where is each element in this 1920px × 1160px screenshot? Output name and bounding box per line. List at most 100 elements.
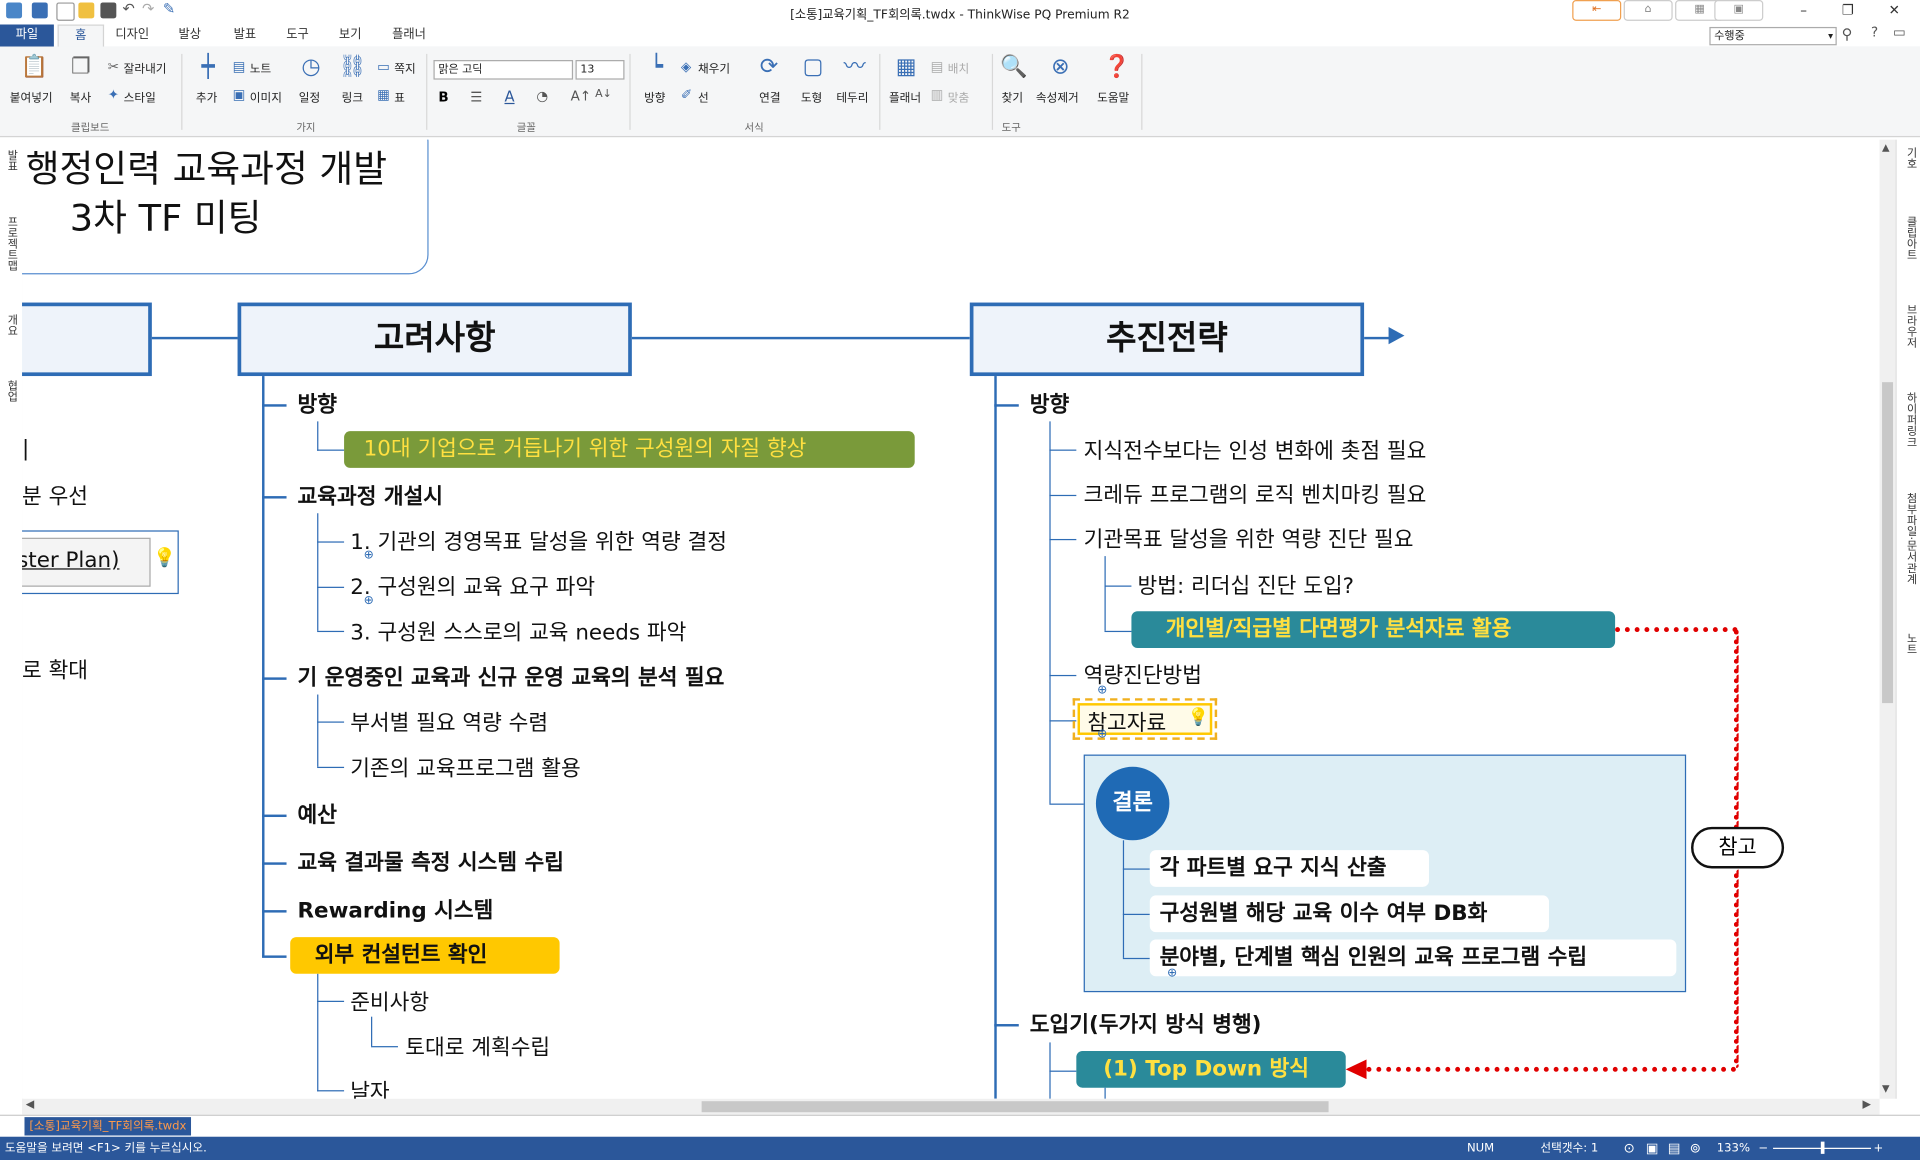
partial-topic-box[interactable]: ster Plan) 💡 bbox=[22, 530, 179, 595]
topic-multirater-analysis[interactable]: 개인별/직급별 다면평가 분석자료 활용 bbox=[1131, 611, 1616, 648]
scroll-up-icon[interactable]: ▲ bbox=[1882, 142, 1890, 153]
pane-tab-clipart[interactable]: 클립아트 bbox=[1903, 216, 1919, 260]
image-icon[interactable]: ▣ bbox=[233, 87, 246, 103]
topic-topdown[interactable]: (1) Top Down 방식 bbox=[1076, 1050, 1346, 1088]
help-icon[interactable]: ? bbox=[1871, 24, 1878, 40]
scroll-left-icon[interactable]: ◀ bbox=[26, 1099, 34, 1111]
planner-button[interactable]: 플래너 bbox=[889, 88, 921, 105]
memo-button[interactable]: 쪽지 bbox=[394, 59, 415, 75]
pane-tab-outline[interactable]: 개요 bbox=[4, 314, 20, 336]
align-objects-icon[interactable]: ▥ bbox=[931, 87, 944, 103]
topic-course-3[interactable]: 3. 구성원 스스로의 교육 needs 파악 bbox=[350, 616, 686, 647]
border-button[interactable]: 테두리 bbox=[836, 88, 868, 105]
topic-external-consultant[interactable]: 외부 컨설턴트 확인 bbox=[290, 937, 560, 974]
layout-icon[interactable]: ▣ bbox=[1714, 0, 1764, 21]
tab-file[interactable]: 파일 bbox=[0, 24, 54, 47]
shrink-font-icon[interactable]: A↓ bbox=[595, 88, 612, 100]
fill-button[interactable]: 채우기 bbox=[698, 59, 730, 75]
add-button[interactable]: 추가 bbox=[196, 88, 217, 105]
tab-view[interactable]: 보기 bbox=[326, 24, 375, 46]
font-color-icon[interactable]: A bbox=[504, 88, 514, 105]
partial-item-link[interactable]: ster Plan) bbox=[22, 549, 119, 573]
topic-course-2[interactable]: 2. 구성원의 교육 요구 파악 bbox=[350, 571, 595, 602]
topic-intro-phase[interactable]: 도입기(두가지 방식 병행) bbox=[1030, 1008, 1262, 1039]
bold-icon[interactable]: B bbox=[438, 89, 448, 105]
topic-rewarding[interactable]: Rewarding 시스템 bbox=[298, 894, 494, 925]
partial-item[interactable]: | bbox=[22, 437, 29, 461]
remove-props-icon[interactable]: ⊗ bbox=[1046, 54, 1075, 81]
memo-icon[interactable]: ▭ bbox=[377, 59, 390, 75]
topic-strategy-direction[interactable]: 방향 bbox=[1030, 388, 1069, 419]
pane-tab-hyperlink[interactable]: 하이퍼링크 bbox=[1903, 392, 1919, 447]
cut-button[interactable]: 잘라내기 bbox=[124, 59, 167, 75]
find-icon[interactable]: 🔍 bbox=[999, 54, 1028, 81]
central-topic[interactable]: 행정인력 교육과정 개발 3차 TF 미팅 bbox=[22, 139, 429, 275]
topic-credu-benchmark[interactable]: 크레듀 프로그램의 로직 벤치마킹 필요 bbox=[1084, 479, 1427, 510]
expand-plus-icon[interactable]: ⊕ bbox=[1097, 684, 1107, 697]
restore-button[interactable]: ❐ bbox=[1827, 1, 1869, 21]
link-button[interactable]: 링크 bbox=[342, 88, 363, 105]
topic-course-setup[interactable]: 교육과정 개설시 bbox=[298, 480, 443, 511]
topic-direction[interactable]: 방향 bbox=[298, 388, 337, 419]
tab-planner[interactable]: 플래너 bbox=[380, 24, 439, 46]
direction-button[interactable]: 방향 bbox=[644, 88, 665, 105]
help-circle-icon[interactable]: ❓ bbox=[1102, 54, 1131, 81]
paste-icon[interactable]: 📋 bbox=[20, 54, 49, 81]
add-topic-icon[interactable]: ┿ bbox=[193, 54, 222, 81]
line-icon[interactable]: ✐ bbox=[681, 87, 692, 103]
tab-tools[interactable]: 도구 bbox=[274, 24, 321, 46]
font-name-select[interactable]: 맑은 고딕 bbox=[433, 60, 574, 80]
partial-item[interactable]: 로 확대 bbox=[22, 654, 88, 685]
topic-dept-competency[interactable]: 부서별 필요 역량 수렴 bbox=[350, 707, 548, 738]
style-icon[interactable]: ✦ bbox=[108, 87, 119, 103]
topic-conclusion-2[interactable]: 구성원별 해당 교육 이수 여부 DB화 bbox=[1149, 895, 1549, 933]
relation-line[interactable] bbox=[1366, 1066, 1737, 1072]
tab-home[interactable]: 홈 bbox=[57, 24, 105, 48]
relation-label[interactable]: 참고 bbox=[1691, 826, 1785, 869]
pane-tab-presentation[interactable]: 발표 bbox=[4, 149, 20, 171]
shape-button[interactable]: 도형 bbox=[801, 88, 822, 105]
tab-ideation[interactable]: 발상 bbox=[164, 24, 215, 46]
pane-tab-symbols[interactable]: 기호 bbox=[1903, 147, 1919, 169]
partial-item[interactable]: 분 우선 bbox=[22, 480, 88, 511]
fill-icon[interactable]: ◈ bbox=[681, 59, 691, 75]
view-outline-icon[interactable]: ▤ bbox=[1668, 1137, 1681, 1160]
topic-date[interactable]: 날자 bbox=[350, 1075, 389, 1098]
highlight-icon[interactable]: ◔ bbox=[536, 88, 548, 104]
topic-plan-basis[interactable]: 토대로 계획수립 bbox=[405, 1031, 550, 1062]
expand-plus-icon[interactable]: ⊕ bbox=[1167, 966, 1177, 979]
connect-icon[interactable]: ⟳ bbox=[754, 54, 783, 81]
main-topic-strategy[interactable]: 추진전략 bbox=[969, 302, 1365, 377]
horizontal-scrollbar[interactable]: ◀ ▶ bbox=[22, 1098, 1880, 1115]
topic-course-1[interactable]: 1. 기관의 경영목표 달성을 위한 역량 결정 bbox=[350, 525, 727, 556]
copy-button[interactable]: 복사 bbox=[70, 88, 91, 105]
find-button[interactable]: 찾기 bbox=[1002, 88, 1023, 105]
expand-plus-icon[interactable]: ⊕ bbox=[1097, 728, 1107, 741]
planner-icon[interactable]: ▦ bbox=[891, 54, 920, 81]
copy-icon[interactable]: ❐ bbox=[66, 54, 95, 81]
zoom-out-icon[interactable]: − bbox=[1758, 1137, 1768, 1160]
minimize-button[interactable]: – bbox=[1783, 1, 1825, 21]
table-icon[interactable]: ▦ bbox=[377, 87, 390, 103]
main-topic-considerations[interactable]: 고려사항 bbox=[237, 302, 632, 377]
enter-icon[interactable]: ⇤ bbox=[1572, 0, 1622, 21]
topic-measurement[interactable]: 교육 결과물 측정 시스템 수립 bbox=[298, 846, 564, 877]
pane-tab-browser[interactable]: 브라우저 bbox=[1903, 304, 1919, 348]
font-size-select[interactable]: 13 bbox=[575, 60, 625, 80]
zoom-fit-icon[interactable]: ⊙ bbox=[1624, 1137, 1635, 1160]
pane-tab-notes[interactable]: 노트 bbox=[1903, 632, 1919, 654]
cut-icon[interactable]: ✂ bbox=[108, 59, 119, 75]
topic-partial-left[interactable] bbox=[22, 302, 152, 377]
shape-icon[interactable]: ▢ bbox=[798, 54, 827, 81]
schedule-icon[interactable]: ◷ bbox=[296, 54, 325, 81]
topic-competency-diagnosis[interactable]: 기관목표 달성을 위한 역량 진단 필요 bbox=[1084, 523, 1414, 554]
zoom-in-icon[interactable]: + bbox=[1873, 1137, 1883, 1160]
relation-line[interactable] bbox=[1615, 627, 1738, 633]
mindmap-canvas[interactable]: 행정인력 교육과정 개발 3차 TF 미팅 | 분 우선 ster Plan) … bbox=[22, 139, 1880, 1099]
pane-tab-collab[interactable]: 협업 bbox=[4, 380, 20, 402]
align-button[interactable]: 맞춤 bbox=[948, 88, 969, 105]
zoom-slider-thumb[interactable] bbox=[1820, 1141, 1825, 1154]
topic-preparation[interactable]: 준비사항 bbox=[350, 986, 429, 1017]
home-icon[interactable]: ⌂ bbox=[1623, 0, 1673, 21]
remove-props-button[interactable]: 속성제거 bbox=[1036, 88, 1079, 105]
